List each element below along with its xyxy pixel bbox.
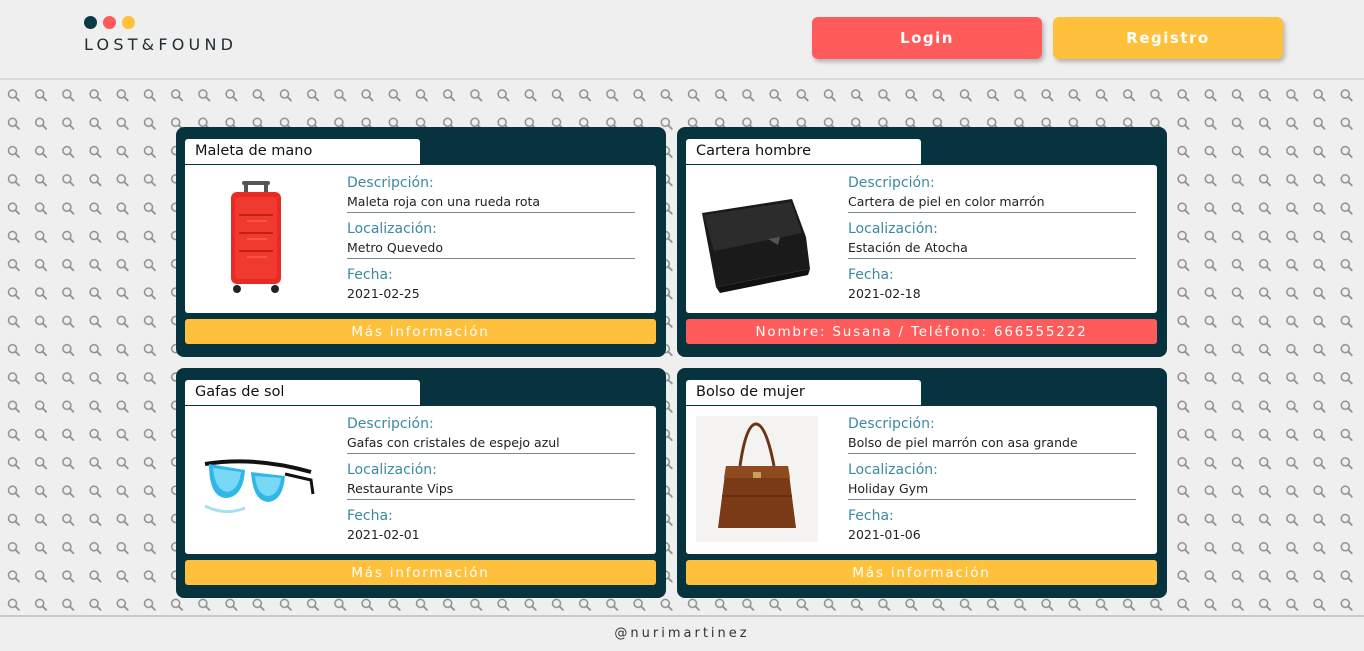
contact-info-button[interactable]: Nombre: Susana / Teléfono: 666555222 (686, 319, 1157, 344)
logo-dot-yellow (122, 16, 135, 29)
item-details: Descripción: Gafas con cristales de espe… (347, 416, 635, 545)
footer-credit: @nurimartinez (614, 626, 750, 641)
description-value: Gafas con cristales de espejo azul (347, 435, 635, 454)
item-card-wallet: Cartera hombre Descripción: Cartera de p… (677, 127, 1167, 357)
suitcase-image (231, 181, 281, 293)
date-value: 2021-02-18 (848, 286, 921, 301)
wallet-image (702, 199, 810, 293)
more-info-button[interactable]: Más información (686, 560, 1157, 585)
item-details: Descripción: Maleta roja con una rueda r… (347, 175, 635, 304)
description-label: Descripción: (347, 416, 434, 432)
item-title: Bolso de mujer (686, 380, 921, 405)
item-card-sunglasses: Gafas de sol Descripción: Gafas con cris… (176, 368, 666, 598)
item-title: Gafas de sol (185, 380, 420, 405)
date-label: Fecha: (848, 267, 894, 283)
item-body: Descripción: Cartera de piel en color ma… (686, 165, 1157, 313)
location-label: Localización: (848, 462, 938, 478)
item-details: Descripción: Bolso de piel marrón con as… (848, 416, 1136, 545)
location-label: Localización: (347, 462, 437, 478)
date-value: 2021-02-01 (347, 527, 420, 542)
site-header: LOST&FOUND Login Registro (0, 0, 1364, 80)
date-label: Fecha: (848, 508, 894, 524)
location-label: Localización: (848, 221, 938, 237)
logo-dots (84, 16, 237, 29)
location-value: Holiday Gym (848, 481, 1136, 500)
item-body: Descripción: Bolso de piel marrón con as… (686, 406, 1157, 554)
date-value: 2021-01-06 (848, 527, 921, 542)
logo-dot-coral (103, 16, 116, 29)
location-label: Localización: (347, 221, 437, 237)
description-value: Bolso de piel marrón con asa grande (848, 435, 1136, 454)
item-details: Descripción: Cartera de piel en color ma… (848, 175, 1136, 304)
item-body: Descripción: Gafas con cristales de espe… (185, 406, 656, 554)
more-info-button[interactable]: Más información (185, 560, 656, 585)
item-body: Descripción: Maleta roja con una rueda r… (185, 165, 656, 313)
date-label: Fecha: (347, 508, 393, 524)
date-value: 2021-02-25 (347, 286, 420, 301)
register-button[interactable]: Registro (1053, 17, 1283, 59)
date-label: Fecha: (347, 267, 393, 283)
handbag-image (696, 416, 818, 542)
sunglasses-image (204, 459, 315, 513)
items-area: Maleta de mano Descripción: Maleta roja … (0, 82, 1364, 615)
site-footer: @nurimartinez (0, 615, 1364, 650)
description-value: Maleta roja con una rueda rota (347, 194, 635, 213)
description-label: Descripción: (347, 175, 434, 191)
item-title: Cartera hombre (686, 139, 921, 164)
more-info-button[interactable]: Más información (185, 319, 656, 344)
item-card-handbag: Bolso de mujer Descripción: Bolso de pie… (677, 368, 1167, 598)
location-value: Estación de Atocha (848, 240, 1136, 259)
location-value: Metro Quevedo (347, 240, 635, 259)
login-button[interactable]: Login (812, 17, 1042, 59)
item-card-suitcase: Maleta de mano Descripción: Maleta roja … (176, 127, 666, 357)
logo-text: LOST&FOUND (84, 35, 238, 54)
logo-dot-navy (84, 16, 97, 29)
item-title: Maleta de mano (185, 139, 420, 164)
description-label: Descripción: (848, 175, 935, 191)
description-label: Descripción: (848, 416, 935, 432)
description-value: Cartera de piel en color marrón (848, 194, 1136, 213)
site-logo[interactable]: LOST&FOUND (84, 16, 237, 54)
location-value: Restaurante Vips (347, 481, 635, 500)
